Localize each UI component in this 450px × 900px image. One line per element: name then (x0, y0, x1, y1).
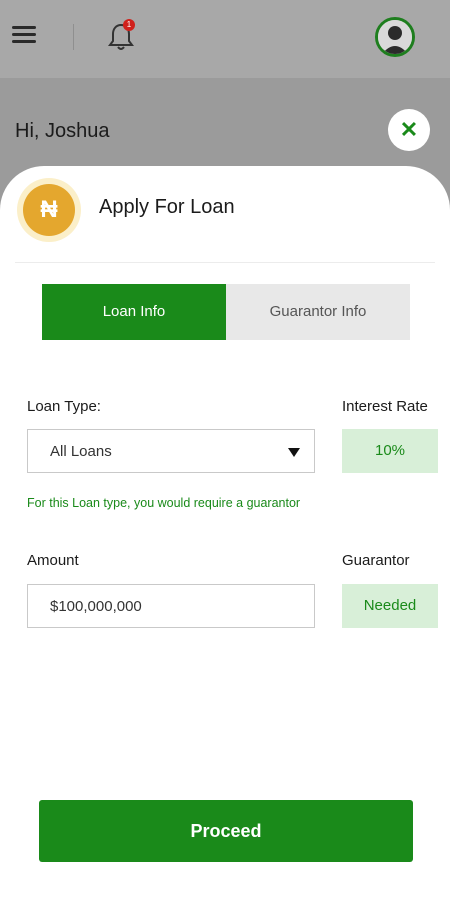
menu-line (12, 26, 36, 29)
menu-icon[interactable] (12, 26, 36, 46)
loan-type-select[interactable]: All Loans (27, 429, 315, 473)
tab-guarantor-info[interactable]: Guarantor Info (226, 284, 410, 340)
interest-rate-label: Interest Rate (342, 398, 428, 415)
interest-rate-value: 10% (342, 429, 438, 473)
top-bar: 1 (0, 0, 450, 78)
loan-application-sheet: ₦ Apply For Loan Loan Info Guarantor Inf… (0, 166, 450, 900)
naira-symbol: ₦ (23, 184, 75, 236)
naira-icon: ₦ (17, 178, 81, 242)
close-button[interactable]: ✕ (388, 109, 430, 151)
sheet-divider (15, 262, 435, 263)
proceed-button[interactable]: Proceed (39, 800, 413, 862)
tab-loan-info[interactable]: Loan Info (42, 284, 226, 340)
sheet-title: Apply For Loan (99, 196, 235, 218)
notification-badge: 1 (123, 19, 135, 31)
guarantor-status: Needed (342, 584, 438, 628)
menu-line (12, 33, 36, 36)
menu-line (12, 40, 36, 43)
tab-bar: Loan Info Guarantor Info (42, 284, 410, 340)
chevron-down-icon (288, 448, 300, 457)
header-divider (73, 24, 74, 50)
greeting-text: Hi, Joshua (15, 120, 110, 142)
loan-type-label: Loan Type: (27, 398, 101, 415)
guarantor-label: Guarantor (342, 552, 410, 569)
amount-label: Amount (27, 552, 79, 569)
loan-type-value: All Loans (50, 443, 112, 460)
amount-input[interactable] (27, 584, 315, 628)
avatar[interactable] (375, 17, 415, 57)
guarantor-requirement-note: For this Loan type, you would require a … (27, 496, 301, 510)
